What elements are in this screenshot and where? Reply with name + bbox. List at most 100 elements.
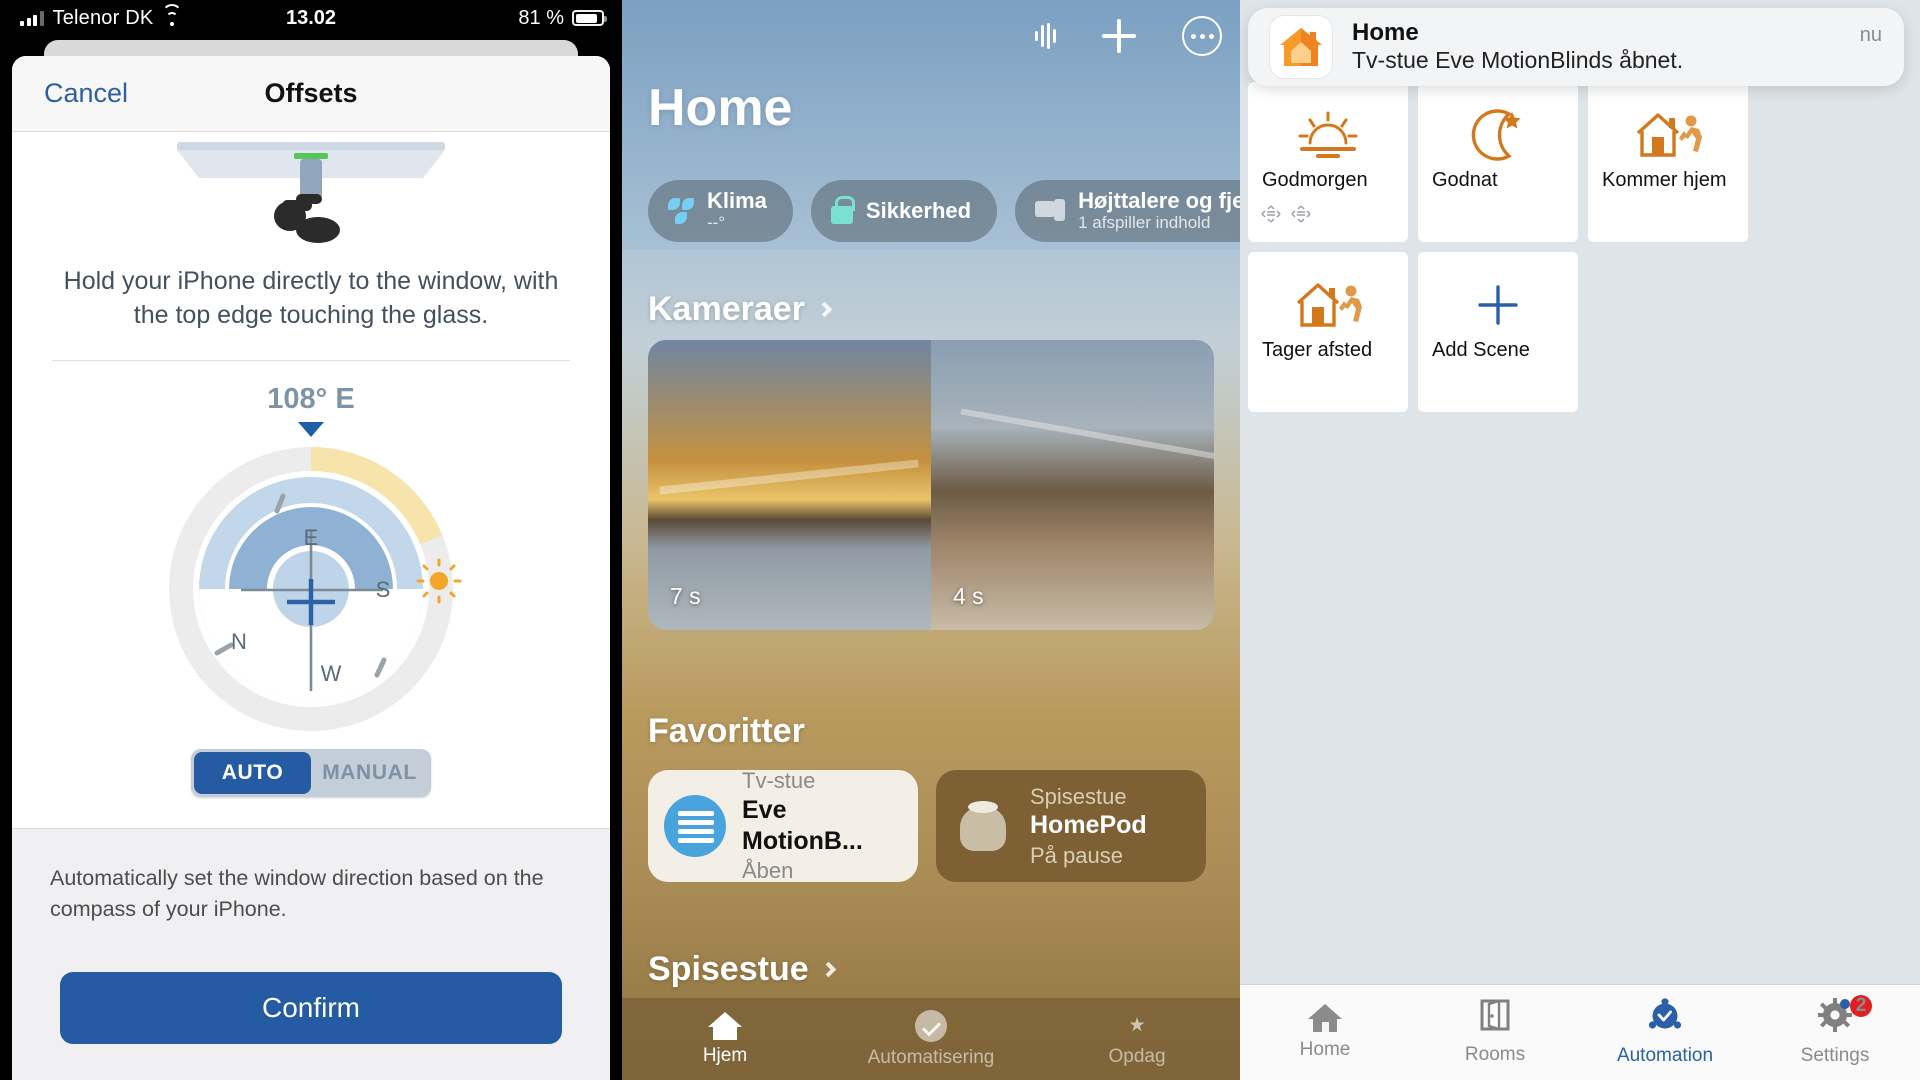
tab-automatisering[interactable]: Automatisering <box>828 998 1034 1080</box>
tab-rooms[interactable]: Rooms <box>1410 985 1580 1080</box>
scene-tile-tager-afsted[interactable]: Tager afsted <box>1248 252 1408 412</box>
camera-timestamp: 7 s <box>670 583 701 609</box>
favorite-room: Tv-stue <box>742 768 816 794</box>
section-label: Kameraer <box>648 290 805 328</box>
ios-status-bar: Telenor DK 13.02 81 % <box>0 0 622 36</box>
tab-automation[interactable]: Automation <box>1580 985 1750 1080</box>
favorite-room: Spisestue <box>1030 783 1127 809</box>
confirm-button[interactable]: Confirm <box>60 972 562 1044</box>
section-label: Favoritter <box>648 712 805 750</box>
panel-eve-offsets: Telenor DK 13.02 81 % Cancel Offsets Hol… <box>0 0 622 1080</box>
house-icon <box>708 1011 742 1040</box>
auto-manual-toggle[interactable]: AUTO MANUAL <box>191 749 431 797</box>
tab-hjem[interactable]: Hjem <box>622 998 828 1080</box>
compass-dial[interactable]: E S N W <box>131 439 491 739</box>
settings-badge: 2 <box>1850 995 1872 1017</box>
svg-text:N: N <box>231 629 247 654</box>
divider <box>52 360 570 361</box>
waveform-icon[interactable] <box>1035 23 1056 49</box>
status-bar-left: Telenor DK <box>20 3 183 30</box>
lock-icon <box>830 195 855 224</box>
camera-tile[interactable]: 4 s <box>931 340 1214 630</box>
homepod-icon <box>952 795 1014 857</box>
notification-banner[interactable]: Home Tv-stue Eve MotionBlinds åbnet. nu <box>1248 8 1904 86</box>
favorite-state: Åben <box>742 858 794 884</box>
pill-sub: --° <box>707 212 726 232</box>
tab-label: Opdag <box>1108 1045 1166 1067</box>
carrier-label: Telenor DK <box>52 6 154 29</box>
footer-description: Automatically set the window direction b… <box>50 866 544 921</box>
toggle-option-manual[interactable]: MANUAL <box>311 752 428 794</box>
panel-eve-automation: Home Tv-stue Eve MotionBlinds åbnet. nu <box>1240 0 1920 1080</box>
sunrise-icon <box>1248 98 1408 172</box>
camera-tile[interactable]: 7 s <box>648 340 931 630</box>
tab-label: Hjem <box>702 1044 748 1066</box>
status-pill-speakers[interactable]: Højttalere og fjernsyn 1 afspiller indho… <box>1015 180 1240 242</box>
tab-opdag[interactable]: ★ Opdag <box>1034 998 1240 1080</box>
moon-star-icon <box>1418 98 1578 172</box>
favorite-tile-blinds[interactable]: Tv-stue Eve MotionB... Åben <box>648 768 918 884</box>
tab-label: Rooms <box>1464 1044 1526 1065</box>
cancel-button[interactable]: Cancel <box>44 78 128 109</box>
scene-tile-godnat[interactable]: Godnat <box>1418 82 1578 242</box>
tab-label: Home <box>1299 1039 1351 1060</box>
panel-home-app: Home Klima --° Sikkerhed Højttalere og f… <box>622 0 1240 1080</box>
scene-tile-add-scene[interactable]: Add Scene <box>1418 252 1578 412</box>
speaker-tv-icon <box>1035 199 1066 223</box>
favorite-name: Eve MotionB... <box>742 795 863 855</box>
home-header-actions <box>1035 16 1222 56</box>
screenshot-root: Telenor DK 13.02 81 % Cancel Offsets Hol… <box>0 0 1920 1080</box>
scene-tile-godmorgen[interactable]: Godmorgen <box>1248 82 1408 242</box>
star-icon: ★ <box>1128 1014 1146 1036</box>
heading-value: 108° E <box>267 383 355 415</box>
house-leaving-icon <box>1248 268 1408 342</box>
page-title: Home <box>648 79 793 137</box>
sheet-navbar: Cancel Offsets <box>12 56 610 132</box>
chevron-right-icon <box>816 301 833 318</box>
svg-text:W: W <box>321 661 342 686</box>
toggle-option-auto[interactable]: AUTO <box>194 752 311 794</box>
pill-label: Klima <box>707 187 767 213</box>
section-header-room[interactable]: Spisestue <box>648 950 836 989</box>
scene-tile-kommer-hjem[interactable]: Kommer hjem <box>1588 82 1748 242</box>
gear-icon <box>1818 998 1852 1038</box>
reorder-handles[interactable] <box>1260 204 1312 224</box>
status-pill-klima[interactable]: Klima --° <box>648 180 793 242</box>
more-ellipsis-icon[interactable] <box>1182 16 1222 56</box>
section-header-cameras[interactable]: Kameraer <box>648 290 833 329</box>
status-pill-sikkerhed[interactable]: Sikkerhed <box>810 180 998 242</box>
plus-icon <box>1418 268 1578 342</box>
fan-icon <box>668 198 694 224</box>
plus-icon[interactable] <box>1102 19 1136 53</box>
offsets-footer: Automatically set the window direction b… <box>12 828 610 1080</box>
chevron-right-icon <box>820 961 836 978</box>
scene-grid: Godmorgen Godnat Kommer hjem Tager afste… <box>1248 82 1904 412</box>
wifi-icon <box>162 3 183 26</box>
section-header-favorites: Favoritter <box>648 712 805 751</box>
status-bar-right: 81 % <box>518 7 607 30</box>
favorite-name: HomePod <box>1030 811 1147 840</box>
notification-time: nu <box>1859 24 1882 46</box>
offsets-sheet: Cancel Offsets Hold your iPhone directly… <box>12 56 610 1080</box>
svg-text:E: E <box>304 525 319 550</box>
caret-down-icon <box>298 422 324 437</box>
favorite-tile-homepod[interactable]: Spisestue HomePod På pause <box>936 770 1206 882</box>
phone-to-window-illustration <box>12 132 610 264</box>
tab-label: Automatisering <box>867 1046 995 1068</box>
svg-text:S: S <box>376 577 391 602</box>
clock-label: 13.02 <box>285 6 337 29</box>
favorite-state: På pause <box>1030 842 1123 868</box>
section-label: Spisestue <box>648 950 809 988</box>
scene-label: Godnat <box>1432 169 1498 191</box>
notification-message: Tv-stue Eve MotionBlinds åbnet. <box>1352 47 1684 74</box>
tab-settings[interactable]: 2 Settings <box>1750 985 1920 1080</box>
camera-timestamp: 4 s <box>953 583 984 609</box>
home-tab-bar: Hjem Automatisering ★ Opdag <box>622 998 1240 1080</box>
cellular-signal-icon <box>20 10 44 26</box>
notification-app-name: Home <box>1352 18 1419 46</box>
blinds-icon <box>664 795 726 857</box>
home-app-icon <box>1270 16 1332 78</box>
tab-label: Settings <box>1800 1045 1870 1066</box>
tab-home[interactable]: Home <box>1240 985 1410 1080</box>
camera-row: 7 s 4 s <box>648 340 1214 630</box>
